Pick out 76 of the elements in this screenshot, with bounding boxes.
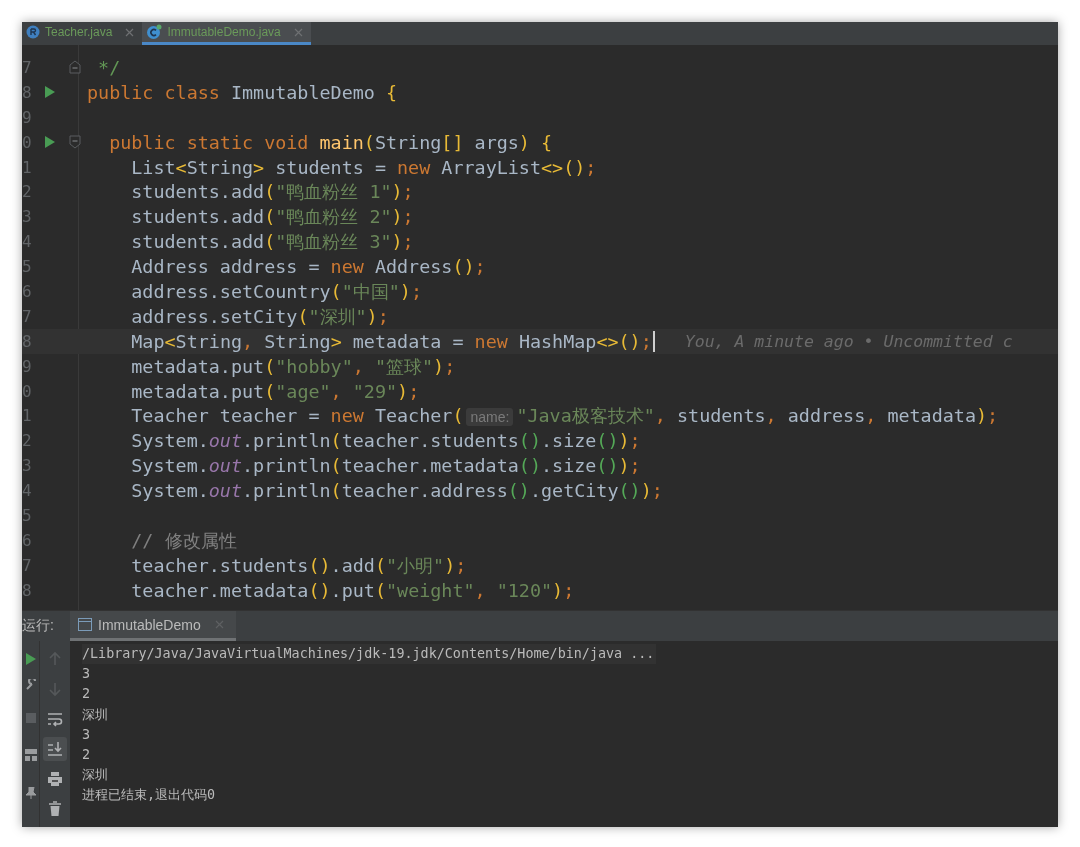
console-icon: [78, 618, 92, 631]
console-output-line: 进程已结束,退出代码0: [82, 787, 216, 803]
record-icon: [26, 25, 40, 39]
fold-icon[interactable]: [69, 60, 81, 75]
line-number: 7: [22, 555, 33, 575]
run-icon[interactable]: [43, 135, 56, 150]
console-output-line: 2: [82, 747, 91, 762]
code-line: Teacher teacher = new Teacher( name: "Java极客技术", students, address, metadata);: [130, 404, 999, 429]
class-icon: [146, 24, 163, 40]
code-line: metadata.put("hobby", "篮球");: [130, 354, 456, 379]
code-line: System.out.println(teacher.address().getCity());: [130, 480, 663, 502]
tab-label: ImmutableDemo: [98, 616, 201, 633]
console-output-line: 3: [82, 666, 91, 682]
scroll-to-end-button[interactable]: [43, 737, 67, 761]
code-line: metadata.put("age", "29");: [130, 380, 420, 402]
line-number: 9: [22, 107, 33, 127]
line-number: 7: [22, 57, 33, 77]
line-number: 7: [22, 306, 33, 326]
code-line: students.add("鸭血粉丝 1");: [130, 180, 414, 205]
line-number: 8: [22, 82, 33, 102]
tab-label: ImmutableDemo.java: [167, 25, 281, 39]
line-number: 5: [22, 257, 33, 277]
run-icon[interactable]: [43, 85, 56, 100]
line-number: 1: [22, 406, 33, 426]
code-line: students.add("鸭血粉丝 3");: [130, 230, 414, 255]
code-line: teacher.students().add("小明");: [130, 553, 467, 578]
trash-icon: [46, 800, 64, 818]
line-number: 6: [22, 530, 33, 550]
line-number: 9: [22, 356, 33, 376]
code-line: Address address = new Address();: [130, 256, 486, 278]
code-line: List<String> students = new ArrayList<>();: [130, 156, 597, 178]
arrow-down-icon: [46, 680, 64, 698]
line-number: 0: [22, 381, 33, 401]
layout-icon[interactable]: [24, 749, 37, 761]
tab-label: Teacher.java: [45, 25, 113, 39]
line-number: 1: [22, 157, 33, 177]
blame-annotation: You, A minute ago • Uncommitted c: [684, 331, 1013, 351]
close-icon[interactable]: [293, 27, 303, 37]
line-number: 3: [22, 456, 33, 476]
run-tab[interactable]: ImmutableDemo: [70, 611, 236, 641]
code-line: Map<String, String> metadata = new HashMap<>();: [130, 330, 652, 352]
code-line: teacher.metadata().put("weight", "120");: [130, 579, 575, 601]
text-cursor: [652, 330, 655, 352]
code-line: */: [97, 56, 121, 78]
pin-icon[interactable]: [24, 787, 37, 799]
line-number: 5: [22, 505, 33, 525]
line-number: 4: [22, 232, 33, 252]
console-output-line: 深圳: [82, 767, 108, 783]
line-number: 2: [22, 431, 33, 451]
line-number: 8: [22, 580, 33, 600]
code-line: students.add("鸭血粉丝 2");: [130, 205, 414, 230]
scroll-to-end-icon: [46, 740, 64, 758]
code-line: address.setCountry("中国");: [130, 279, 422, 304]
line-number: 4: [22, 481, 33, 501]
close-icon[interactable]: [125, 27, 135, 37]
rerun-icon[interactable]: [25, 653, 36, 665]
line-number: 6: [22, 281, 33, 301]
console-output-line: 3: [82, 726, 91, 742]
code-line: public class ImmutableDemo {: [87, 81, 398, 103]
code-line: public static void main(String[] args) {: [108, 131, 553, 153]
editor-tab[interactable]: Teacher.java: [22, 22, 143, 45]
editor-tab[interactable]: ImmutableDemo.java: [142, 22, 311, 45]
console-output-line: 2: [82, 686, 91, 702]
panel-label: 运行:: [22, 616, 55, 635]
fold-icon[interactable]: [69, 135, 81, 150]
code-line: // 修改属性: [130, 528, 237, 553]
console-output-line: 深圳: [82, 706, 108, 722]
line-number: 2: [22, 182, 33, 202]
line-number: 0: [22, 132, 33, 152]
line-number: 3: [22, 207, 33, 227]
printer-icon: [46, 770, 64, 788]
wrench-icon[interactable]: [24, 679, 37, 691]
wrap-icon: [46, 710, 64, 728]
code-line: System.out.println(teacher.students().size());: [130, 430, 641, 452]
code-line: address.setCity("深圳");: [130, 304, 389, 329]
code-line: System.out.println(teacher.metadata().size());: [130, 455, 641, 477]
